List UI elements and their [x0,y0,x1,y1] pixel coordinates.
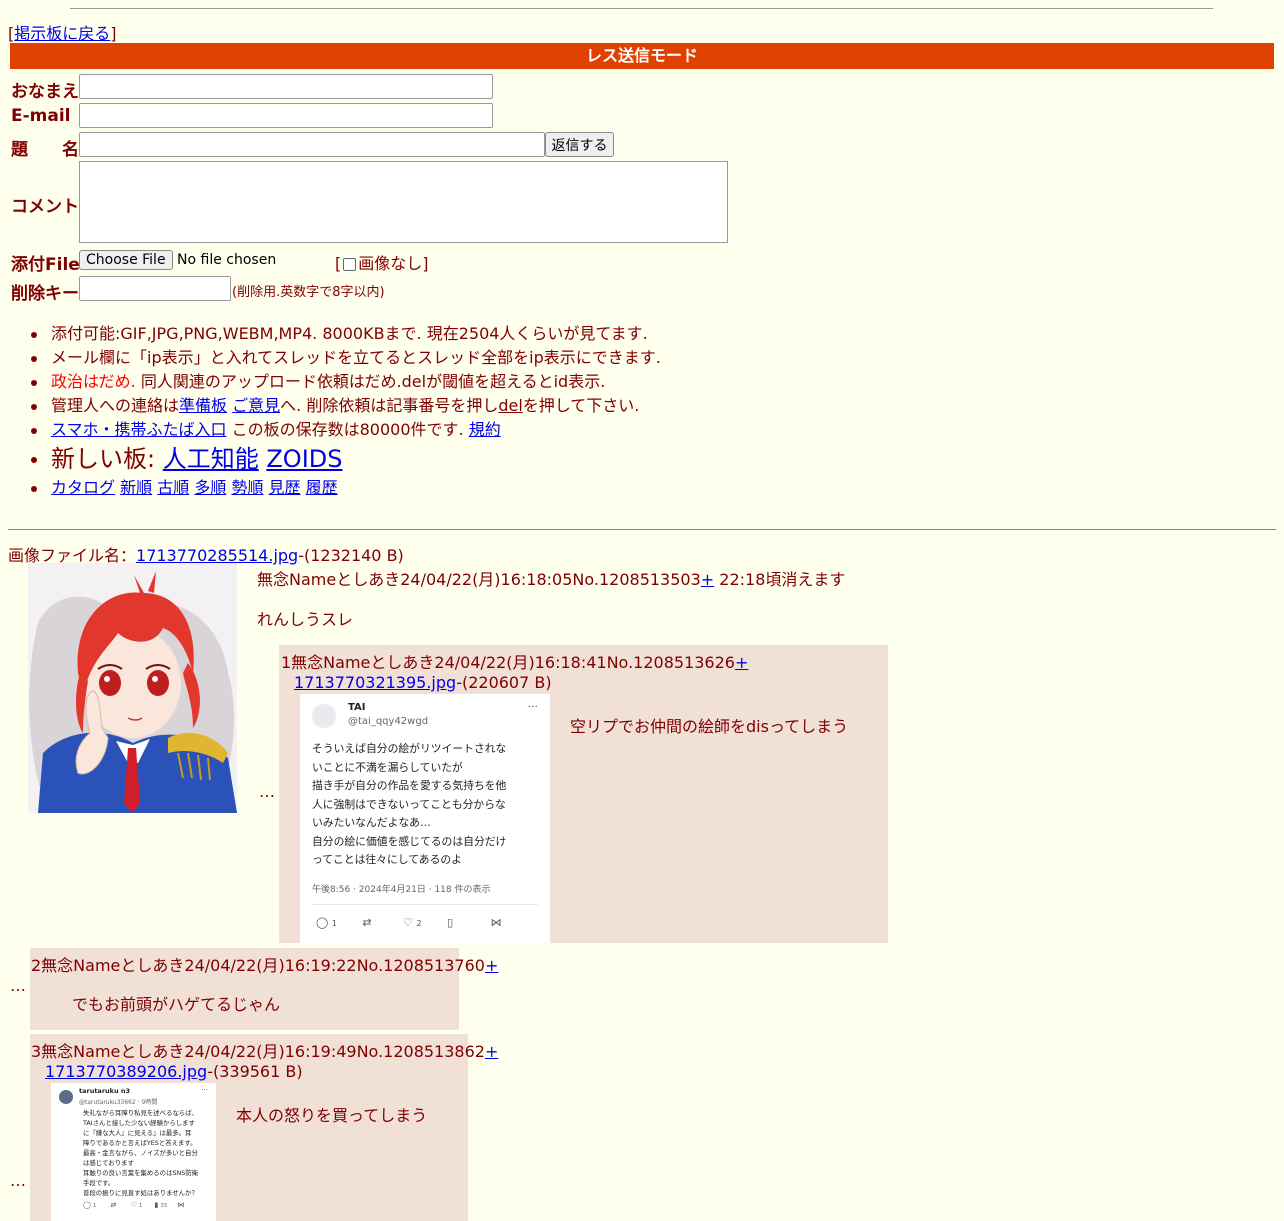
sort-new-link[interactable]: 新順 [120,478,152,497]
share-icon: ⋈ [177,1201,185,1209]
views-icon: ▮ [154,1201,159,1209]
mobile-entrance-link[interactable]: スマホ・携帯ふたば入口 [51,420,227,439]
no-image-option: [画像なし] [335,254,429,273]
file-chooser: Choose File No file chosen [79,250,276,270]
op-header: 無念Nameとしあき24/04/22(月)16:18:05No.12085135… [257,570,846,589]
rule-item: 新しい板: 人工知能 ZOIDS [31,442,661,476]
submit-reply-button[interactable]: 返信する [545,132,614,157]
tweet-actions: ◯ 1 ⇄ ♡ 1 ▮ 33 ⋈ [83,1201,185,1209]
top-divider [70,8,1213,9]
history-link[interactable]: 履歴 [306,478,338,497]
reply-post: 1無念Nameとしあき24/04/22(月)16:18:41No.1208513… [279,645,888,943]
reply-comment: 本人の怒りを買ってしまう [236,1106,428,1125]
email-label: E-mail [11,106,71,126]
tweet-divider [312,904,538,905]
reply-thumbnail[interactable]: tarutaruku n3 @tarutaruku33662 · 9時間 ···… [51,1083,216,1221]
tweet-body: 失礼ながら耳障り私見を述べるならば、 TAIさんと接した少ない経験からします に… [83,1109,199,1197]
delete-key-label: 削除キー [11,284,79,304]
anime-character-illustration [28,563,237,813]
retweet-icon: ⇄ [110,1201,117,1209]
tweet-author: TAI [348,702,366,713]
name-label: おなまえ [11,82,79,102]
catalog-link[interactable]: カタログ [51,478,115,497]
reply-icon: ◯ [83,1201,91,1209]
terms-link[interactable]: 規約 [469,420,501,439]
reply-file-link[interactable]: 1713770389206.jpg [45,1062,207,1081]
rule-item: スマホ・携帯ふたば入口 この板の保存数は80000件です. 規約 [31,418,661,442]
retweet-icon: ⇄ [362,916,372,929]
reply-plus-link[interactable]: + [485,956,498,975]
reply-indent-marker: … [259,782,275,801]
share-icon: ⋈ [490,916,502,929]
heart-icon: ♡ [130,1201,137,1209]
reply-indent-marker: … [10,1171,26,1190]
board-rules: 添付可能:GIF,JPG,PNG,WEBM,MP4. 8000KBまで. 現在2… [31,322,661,500]
subject-label: 題 名 [11,140,79,160]
reply-file-info: 1713770321395.jpg-(220607 B) [294,673,552,692]
feedback-link[interactable]: ご意見 [232,396,280,415]
reply-header: 2無念Nameとしあき24/04/22(月)16:19:22No.1208513… [31,956,499,975]
reply-mode-bar: レス送信モード [10,43,1274,69]
reply-header: 1無念Nameとしあき24/04/22(月)16:18:41No.1208513… [281,653,749,672]
comment-label: コメント [11,197,79,217]
reply-plus-link[interactable]: + [485,1042,498,1061]
no-image-checkbox[interactable] [343,258,357,271]
rule-item: 政治はだめ. 同人関連のアップロード依頼はだめ.delが閾値を超えるとid表示. [31,370,661,394]
back-nav: [掲示板に戻る] [8,24,117,43]
reply-file-link[interactable]: 1713770321395.jpg [294,673,456,692]
op-comment: れんしうスレ [257,610,354,629]
tweet-meta: 午後8:56 · 2024年4月21日 · 118 件の表示 [312,885,491,895]
op-thumbnail[interactable] [28,563,237,813]
reply-post: 2無念Nameとしあき24/04/22(月)16:19:22No.1208513… [30,948,498,1030]
sort-momentum-link[interactable]: 勢順 [231,478,263,497]
rule-item: メール欄に「ip表示」と入れてスレッドを立てるとスレッド全部をip表示にできます… [31,346,661,370]
reply-comment: 空リプでお仲間の絵師をdisってしまう [570,717,849,736]
name-input[interactable] [79,74,493,99]
choose-file-button[interactable]: Choose File [79,250,173,270]
reply-plus-link[interactable]: + [735,653,748,672]
reply-file-info: 1713770389206.jpg-(339561 B) [45,1062,303,1081]
rule-item: 管理人への連絡は準備板 ご意見へ. 削除依頼は記事番号を押しdelを押して下さい… [31,394,661,418]
thread-divider [8,529,1276,530]
reply-thumbnail[interactable]: TAI @tai_qqy42wgd ··· そういえば自分の絵がリツイートされな… [300,694,550,943]
prep-board-link[interactable]: 準備板 [179,396,227,415]
heart-icon: ♡ [403,916,413,929]
tweet-body: そういえば自分の絵がリツイートされな いことに不満を漏らしていたが 描き手が自分… [312,742,507,866]
tweet-handle: @tai_qqy42wgd [348,716,429,727]
del-link[interactable]: del [498,396,522,415]
comment-textarea[interactable] [79,161,728,243]
file-label: 添付File [11,255,80,275]
subject-input[interactable] [79,132,545,157]
avatar [59,1090,73,1104]
reply-icon: ◯ [316,916,329,929]
reply-comment: でもお前頭がハゲてるじゃん [72,995,281,1014]
reply-post: 3無念Nameとしあき24/04/22(月)16:19:49No.1208513… [30,1034,498,1221]
ai-board-link[interactable]: 人工知能 [163,445,259,473]
email-input[interactable] [79,103,493,128]
bookmark-icon: ▯ [447,916,454,929]
reply-indent-marker: … [10,976,26,995]
rule-item: カタログ 新順 古順 多順 勢順 見歴 履歴 [31,476,661,500]
avatar [312,704,336,728]
sort-many-link[interactable]: 多順 [194,478,226,497]
tweet-handle: @tarutaruku33662 · 9時間 [79,1099,158,1106]
op-plus-link[interactable]: + [701,570,714,589]
tweet-author: tarutaruku n3 [79,1087,131,1095]
zoids-board-link[interactable]: ZOIDS [266,445,342,473]
reply-header: 3無念Nameとしあき24/04/22(月)16:19:49No.1208513… [31,1042,499,1061]
rule-item: 添付可能:GIF,JPG,PNG,WEBM,MP4. 8000KBまで. 現在2… [31,322,661,346]
no-file-text: No file chosen [177,252,277,268]
more-icon: ··· [201,1086,208,1094]
sort-old-link[interactable]: 古順 [157,478,189,497]
view-history-link[interactable]: 見歴 [269,478,301,497]
tweet-actions: ◯ 1 ⇄ ♡ 2 ▯ ⋈ [316,916,502,929]
back-to-board-link[interactable]: 掲示板に戻る [14,24,110,43]
delete-key-note: (削除用.英数字で8字以内) [232,285,385,300]
more-icon: ··· [527,700,539,713]
delete-key-input[interactable] [79,276,231,301]
